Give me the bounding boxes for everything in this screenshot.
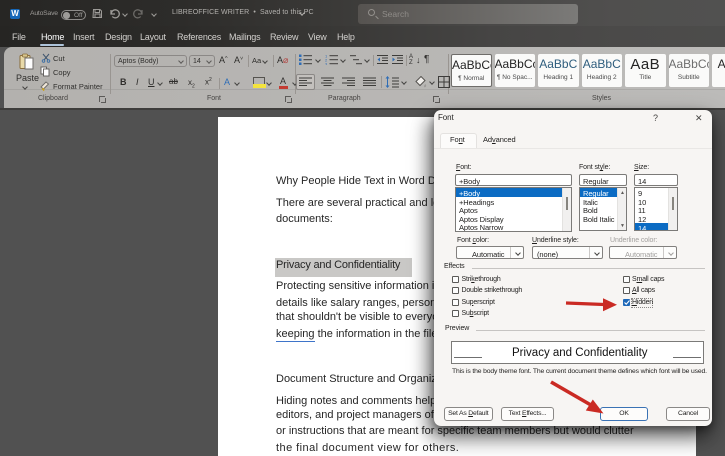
svg-text:3: 3 xyxy=(325,62,328,66)
